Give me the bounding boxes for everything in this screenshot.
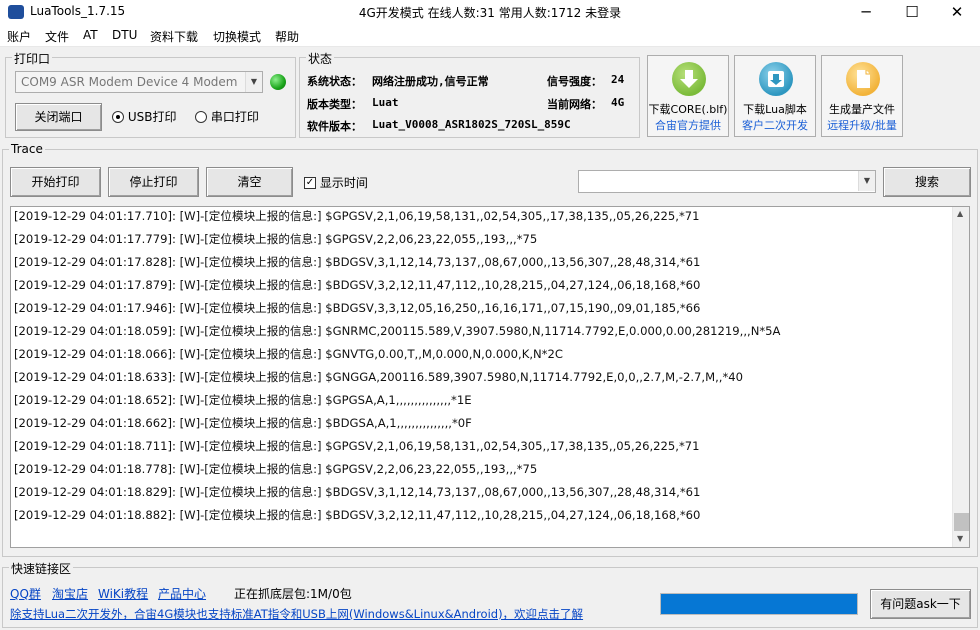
log-line: [2019-12-29 04:01:17.879]: [W]-[定位模块上报的信… [14,278,701,292]
log-line: [2019-12-29 04:01:18.066]: [W]-[定位模块上报的信… [14,347,563,361]
wiki-link[interactable]: WiKi教程 [98,585,148,602]
log-line: [2019-12-29 04:01:18.633]: [W]-[定位模块上报的信… [14,370,743,384]
trace-group-title: Trace [9,142,45,156]
log-line: [2019-12-29 04:01:18.882]: [W]-[定位模块上报的信… [14,508,701,522]
connection-indicator-icon [270,74,286,90]
log-line: [2019-12-29 04:01:18.662]: [W]-[定位模块上报的信… [14,416,472,430]
menu-dtu[interactable]: DTU [112,28,137,42]
scroll-up-icon[interactable]: ▲ [957,209,963,218]
qq-group-link[interactable]: QQ群 [10,585,41,602]
sys-status-label: 系统状态： [307,75,362,88]
serial-print-radio[interactable]: 串口打印 [195,108,259,125]
download-core-button[interactable]: 下载CORE(.blf) 合宙官方提供 [647,55,729,137]
close-button[interactable]: ✕ [934,0,980,25]
scroll-thumb[interactable] [954,513,969,531]
ask-question-button[interactable]: 有问题ask一下 [870,589,971,619]
usb-print-radio[interactable]: USB打印 [112,108,176,125]
download-box-icon [759,62,793,96]
sys-status-value: 网络注册成功,信号正常 [372,75,489,88]
generate-production-label: 生成量产文件 [829,103,895,116]
log-line: [2019-12-29 04:01:17.828]: [W]-[定位模块上报的信… [14,255,701,269]
network-label: 当前网络： [547,98,602,111]
chevron-down-icon[interactable]: ▼ [858,171,875,191]
minimize-button[interactable]: ─ [843,0,889,25]
version-type-label: 版本类型： [307,98,362,111]
search-input[interactable]: ▼ [578,170,876,193]
download-lua-script-button[interactable]: 下载Lua脚本 客户二次开发 [734,55,816,137]
download-core-sublabel: 合宙官方提供 [655,119,721,132]
log-list: [2019-12-29 04:01:17.710]: [W]-[定位模块上报的信… [14,207,954,527]
log-line: [2019-12-29 04:01:17.710]: [W]-[定位模块上报的信… [14,209,700,223]
scroll-down-icon[interactable]: ▼ [957,534,963,543]
download-lua-label: 下载Lua脚本 [743,103,807,116]
radio-unselected-icon [195,110,207,123]
show-time-label: 显示时间 [319,176,368,190]
close-port-button[interactable]: 关闭端口 [15,103,102,131]
close-icon: ✕ [950,3,964,21]
log-line: [2019-12-29 04:01:18.652]: [W]-[定位模块上报的信… [14,393,472,407]
quick-links-group-title: 快速链接区 [9,560,74,577]
search-button[interactable]: 搜索 [883,167,971,197]
menu-help[interactable]: 帮助 [275,28,299,45]
log-line: [2019-12-29 04:01:18.059]: [W]-[定位模块上报的信… [14,324,781,338]
serial-print-label: 串口打印 [210,110,259,124]
taobao-link[interactable]: 淘宝店 [52,585,88,602]
show-time-checkbox[interactable]: ✓ 显示时间 [304,174,368,191]
log-line: [2019-12-29 04:01:17.946]: [W]-[定位模块上报的信… [14,301,701,315]
document-icon [846,62,880,96]
network-value: 4G [611,96,625,109]
menu-bar: 账户 文件 AT DTU 资料下载 切换模式 帮助 [0,25,980,47]
print-port-group: 打印口 COM9 ASR Modem Device 4 Modem ▼ 关闭端口… [5,50,296,138]
minimize-icon: ─ [861,3,871,21]
menu-at[interactable]: AT [83,28,98,42]
products-link[interactable]: 产品中心 [158,585,206,602]
generate-production-file-button[interactable]: 生成量产文件 远程升级/批量 [821,55,903,137]
port-select-value: COM9 ASR Modem Device 4 Modem [21,75,238,89]
generate-production-sublabel: 远程升级/批量 [827,119,897,132]
signal-label: 信号强度： [547,75,602,88]
software-version-label: 软件版本： [307,120,362,133]
progress-bar [660,593,858,615]
menu-switch-mode[interactable]: 切换模式 [213,28,261,45]
progress-fill [661,594,857,614]
clear-button[interactable]: 清空 [206,167,293,197]
log-line: [2019-12-29 04:01:18.778]: [W]-[定位模块上报的信… [14,462,538,476]
maximize-icon: ☐ [905,3,919,21]
stop-print-button[interactable]: 停止打印 [108,167,199,197]
online-status-title: 4G开发模式 在线人数:31 常用人数:1712 未登录 [358,6,622,20]
download-core-label: 下载CORE(.blf) [648,103,728,116]
log-output[interactable]: [2019-12-29 04:01:17.710]: [W]-[定位模块上报的信… [10,206,970,548]
radio-selected-icon [112,110,124,123]
usb-print-label: USB打印 [127,110,177,124]
status-group-title: 状态 [306,50,335,67]
start-print-button[interactable]: 开始打印 [10,167,101,197]
port-select[interactable]: COM9 ASR Modem Device 4 Modem ▼ [15,71,263,93]
download-arrow-icon [672,62,706,96]
checkbox-checked-icon: ✓ [304,176,316,189]
maximize-button[interactable]: ☐ [889,0,935,25]
log-line: [2019-12-29 04:01:18.711]: [W]-[定位模块上报的信… [14,439,700,453]
log-line: [2019-12-29 04:01:17.779]: [W]-[定位模块上报的信… [14,232,538,246]
capture-status-text: 正在抓底层包:1M/0包 [234,587,352,601]
menu-downloads[interactable]: 资料下载 [150,28,198,45]
software-version-value: Luat_V0008_ASR1802S_720SL_859C [372,118,571,131]
chevron-down-icon[interactable]: ▼ [245,72,262,92]
title-bar: LuaTools_1.7.15 4G开发模式 在线人数:31 常用人数:1712… [0,0,980,25]
log-line: [2019-12-29 04:01:18.829]: [W]-[定位模块上报的信… [14,485,701,499]
log-scrollbar[interactable]: ▲ ▼ [952,207,969,547]
menu-file[interactable]: 文件 [45,28,69,45]
promo-link[interactable]: 除支持Lua二次开发外，合宙4G模块也支持标准AT指令和USB上网(Window… [10,606,583,622]
status-group: 状态 系统状态： 网络注册成功,信号正常 信号强度： 24 版本类型： Luat… [299,50,640,138]
signal-value: 24 [611,73,625,86]
menu-account[interactable]: 账户 [7,28,31,45]
print-port-group-title: 打印口 [12,50,53,67]
version-type-value: Luat [372,96,399,109]
download-lua-sublabel: 客户二次开发 [742,119,808,132]
